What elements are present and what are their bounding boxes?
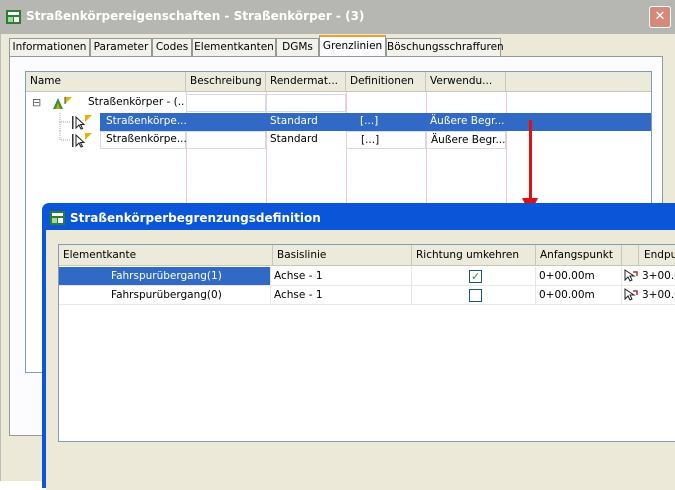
cell-definition[interactable]: [...]: [346, 131, 426, 149]
cell-richtung[interactable]: [412, 286, 536, 304]
tree-root-label: Straßenkörper - (...: [88, 96, 184, 108]
cell-richtung[interactable]: ✓: [412, 267, 536, 285]
cell-elementkante: Fahrspurübergang(0): [59, 286, 271, 304]
grid-header: Elementkante Basislinie Richtung umkehre…: [59, 245, 675, 266]
cell-endpunkt[interactable]: 3+00.0: [639, 267, 675, 285]
checkbox-unchecked-icon[interactable]: [469, 289, 482, 302]
col-name[interactable]: Name: [26, 72, 186, 91]
tab-informationen[interactable]: Informationen: [9, 38, 90, 56]
boundary-definition-grid: Elementkante Basislinie Richtung umkehre…: [58, 244, 675, 442]
grid-header: Name Beschreibung Rendermat... Definitio…: [26, 72, 651, 92]
tab-dgms[interactable]: DGMs: [276, 38, 319, 56]
cell-definition[interactable]: [...]: [356, 113, 426, 131]
tab-elementkanten[interactable]: Elementkanten: [192, 38, 276, 56]
tab-grenzlinien[interactable]: Grenzlinien: [319, 35, 386, 58]
col-pick[interactable]: [622, 245, 639, 265]
boundary-icon: [72, 115, 92, 130]
col-definitionen[interactable]: Definitionen: [346, 72, 426, 91]
tab-codes[interactable]: Codes: [152, 38, 192, 56]
pick-icon[interactable]: [624, 269, 638, 283]
cell-anfangspunkt[interactable]: 0+00.00m: [536, 267, 622, 285]
pick-icon[interactable]: [624, 288, 638, 302]
close-icon: ✕: [654, 9, 666, 24]
cell-basislinie[interactable]: Achse - 1: [271, 286, 412, 304]
corridor-icon: [53, 97, 72, 109]
tree-row-child[interactable]: Straßenkörpe... Standard [...] Äußere Be…: [26, 113, 651, 131]
col-basislinie[interactable]: Basislinie: [273, 245, 412, 265]
tree-child-label: Straßenkörpe...: [106, 133, 186, 145]
col-richtung-umkehren[interactable]: Richtung umkehren: [412, 245, 536, 265]
cell-endpunkt[interactable]: 3+00.0: [639, 286, 675, 304]
col-anfangspunkt[interactable]: Anfangspunkt: [536, 245, 622, 265]
cell-usage[interactable]: Äußere Begr...: [426, 131, 506, 149]
cell-empty: [186, 94, 266, 112]
cell-basislinie[interactable]: Achse - 1: [271, 267, 412, 285]
boundary-icon: [72, 133, 92, 148]
cell-empty: [186, 131, 266, 149]
cell-anfangspunkt[interactable]: 0+00.00m: [536, 286, 622, 304]
checkbox-checked-icon[interactable]: ✓: [469, 270, 482, 283]
app-icon: [6, 10, 21, 24]
title-bar: Straßenkörperbegrenzungsdefinition: [46, 205, 675, 231]
col-endpunkt[interactable]: Endpun: [639, 245, 675, 265]
table-row[interactable]: Fahrspurübergang(1) Achse - 1 ✓ 0+00.00m…: [59, 267, 675, 286]
app-icon: [50, 211, 65, 225]
boundary-definition-window: Straßenkörperbegrenzungsdefinition Eleme…: [42, 203, 675, 490]
window-title: Straßenkörperbegrenzungsdefinition: [70, 211, 321, 225]
red-arrow: [529, 120, 532, 202]
close-button[interactable]: ✕: [649, 6, 671, 28]
cell-empty: [266, 94, 346, 112]
cell-usage[interactable]: Äußere Begr...: [426, 113, 506, 131]
title-bar: Straßenkörpereigenschaften - Straßenkörp…: [0, 0, 675, 35]
col-rendermaterial[interactable]: Rendermat...: [266, 72, 346, 91]
col-elementkante[interactable]: Elementkante: [59, 245, 273, 265]
tree-row-child[interactable]: Straßenkörpe... Standard [...] Äußere Be…: [26, 131, 651, 149]
tab-boeschungsschraffuren[interactable]: Böschungsschraffuren: [386, 38, 504, 56]
tab-parameter[interactable]: Parameter: [90, 38, 152, 56]
col-verwendung[interactable]: Verwendu...: [426, 72, 506, 91]
cell-rendermaterial: Standard: [266, 113, 346, 131]
tree-row-root[interactable]: ⊟ Straßenkörper - (...: [26, 94, 651, 112]
cell-rendermaterial: Standard: [270, 133, 318, 145]
cell-elementkante: Fahrspurübergang(1): [59, 267, 271, 285]
check-mark: ✓: [471, 270, 481, 283]
table-row[interactable]: Fahrspurübergang(0) Achse - 1 0+00.00m 3…: [59, 286, 675, 305]
window-title: Straßenkörpereigenschaften - Straßenkörp…: [26, 9, 365, 23]
tree-child-label: Straßenkörpe...: [102, 113, 186, 131]
collapse-icon[interactable]: ⊟: [32, 94, 46, 112]
col-beschreibung[interactable]: Beschreibung: [186, 72, 266, 91]
